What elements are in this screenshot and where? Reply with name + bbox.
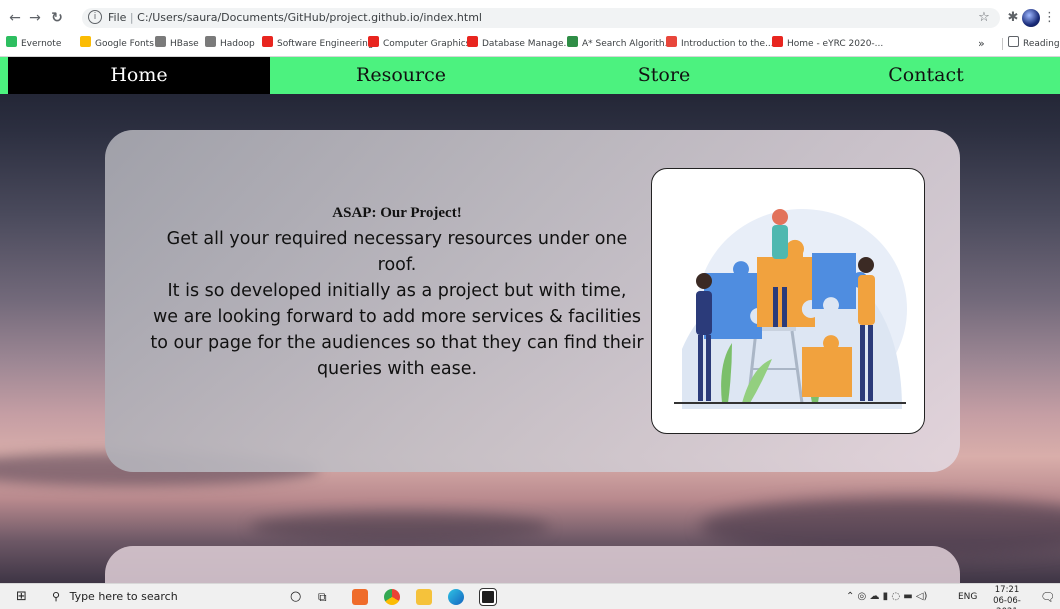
reload-icon[interactable]: ↻ xyxy=(48,6,66,30)
cortana-icon[interactable]: ○ xyxy=(290,584,301,609)
extensions-icon[interactable]: ✱ xyxy=(1004,9,1022,27)
profile-avatar[interactable] xyxy=(1022,9,1040,27)
background-cloud xyxy=(250,512,550,542)
bookmark-evernote[interactable]: Evernote xyxy=(6,34,61,54)
intro-card: ASAP: Our Project! Get all your required… xyxy=(105,130,960,472)
teamwork-puzzle-illustration xyxy=(651,168,925,434)
intro-line: It is so developed initially as a projec… xyxy=(167,281,627,301)
bookmarks-overflow-button[interactable]: » xyxy=(978,34,985,54)
bookmark-label: Evernote xyxy=(21,39,62,49)
nav-contact[interactable]: Contact xyxy=(796,57,1056,94)
star-icon[interactable]: ☆ xyxy=(975,9,993,27)
address-text[interactable]: File | C:/Users/saura/Documents/GitHub/p… xyxy=(108,8,482,28)
bookmark-hbase[interactable]: HBase xyxy=(155,34,199,54)
system-tray-icons[interactable]: ⌃ ◎ ☁ ▮ ◌ ▬ ◁) xyxy=(846,584,927,609)
bookmark-label: Home - eYRC 2020-... xyxy=(787,39,884,49)
bookmark-label: Computer Graphics xyxy=(383,39,471,49)
nav-store[interactable]: Store xyxy=(532,57,796,94)
address-row: ← → ↻ i File | C:/Users/saura/Documents/… xyxy=(0,6,1060,30)
clock-date: 06-06-2021 xyxy=(993,596,1021,609)
browser-chrome: ← → ↻ i File | C:/Users/saura/Documents/… xyxy=(0,0,1060,57)
bookmark-a-star-search[interactable]: A* Search Algorith... xyxy=(567,34,673,54)
windows-start-icon[interactable]: ⊞ xyxy=(16,584,27,609)
nav-resource[interactable]: Resource xyxy=(270,57,532,94)
scheme-label: File xyxy=(108,11,127,24)
info-icon[interactable]: i xyxy=(88,10,102,24)
taskbar-search-box[interactable]: ⚲ Type here to search xyxy=(52,584,178,609)
photos-icon[interactable] xyxy=(479,588,497,606)
geeksforgeeks-icon xyxy=(567,36,578,47)
bookmark-label: Google Fonts xyxy=(95,39,154,49)
edge-icon[interactable] xyxy=(448,589,464,605)
notification-icon[interactable]: 🗨 xyxy=(1040,584,1055,609)
evernote-icon xyxy=(6,36,17,47)
intro-line: roof. xyxy=(377,255,417,275)
system-clock[interactable]: 17:21 06-06-2021 xyxy=(984,585,1030,609)
menu-icon[interactable]: ⋮ xyxy=(1043,9,1056,27)
bookmark-computer-graphics[interactable]: Computer Graphics xyxy=(368,34,470,54)
bookmark-label: Hadoop xyxy=(220,39,255,49)
forward-icon[interactable]: → xyxy=(26,6,44,30)
bookmark-hadoop[interactable]: Hadoop xyxy=(205,34,255,54)
google-fonts-icon xyxy=(80,36,91,47)
reading-list-button[interactable]: Reading list xyxy=(1008,34,1060,54)
web-page: Home Resource Store Contact ASAP: Our Pr… xyxy=(0,57,1060,583)
nav-home[interactable]: Home xyxy=(8,57,270,94)
address-separator: | xyxy=(129,11,134,24)
bookmark-introduction[interactable]: Introduction to the... xyxy=(666,34,774,54)
clock-time: 17:21 xyxy=(994,585,1020,595)
puzzle-illustration-svg xyxy=(674,209,907,409)
bookmark-label: Database Manage... xyxy=(482,39,573,49)
second-card xyxy=(105,546,960,583)
bookmark-label: A* Search Algorith... xyxy=(582,39,674,49)
intro-line: to our page for the audiences so that th… xyxy=(150,333,644,353)
bookmark-label: HBase xyxy=(170,39,199,49)
intro-line: queries with ease. xyxy=(316,359,478,379)
eyrc-icon xyxy=(772,36,783,47)
bookmark-label: Software Engineering xyxy=(277,39,374,49)
bookmark-google-fonts[interactable]: Google Fonts xyxy=(80,34,154,54)
search-icon: ⚲ xyxy=(52,590,61,603)
site-navbar: Home Resource Store Contact xyxy=(0,57,1060,94)
url-text: C:/Users/saura/Documents/GitHub/project.… xyxy=(137,11,482,24)
back-icon[interactable]: ← xyxy=(6,6,24,30)
chrome-icon[interactable] xyxy=(384,589,400,605)
intro-title: ASAP: Our Project! xyxy=(332,205,462,221)
bookmarks-bar: Evernote Google Fonts HBase Hadoop Softw… xyxy=(0,34,1060,54)
computer-graphics-icon xyxy=(368,36,379,47)
database-icon xyxy=(467,36,478,47)
bookmarks-divider xyxy=(1002,38,1003,50)
intro-text: ASAP: Our Project! Get all your required… xyxy=(137,202,657,382)
reading-list-label: Reading list xyxy=(1023,39,1060,49)
language-indicator[interactable]: ENG xyxy=(958,584,977,609)
app-icon[interactable] xyxy=(352,589,368,605)
task-view-icon[interactable]: ⧉ xyxy=(318,584,327,609)
taskbar-search-placeholder: Type here to search xyxy=(69,590,178,603)
bookmark-software-engineering[interactable]: Software Engineering xyxy=(262,34,374,54)
hbase-icon xyxy=(155,36,166,47)
windows-taskbar: ⊞ ⚲ Type here to search ○ ⧉ ⌃ ◎ ☁ ▮ ◌ ▬ … xyxy=(0,583,1060,609)
software-engineering-icon xyxy=(262,36,273,47)
hadoop-icon xyxy=(205,36,216,47)
bookmark-label: Introduction to the... xyxy=(681,39,774,49)
intro-line: we are looking forward to add more servi… xyxy=(152,307,641,327)
intro-body: Get all your required necessary resource… xyxy=(137,226,657,382)
intro-line: Get all your required necessary resource… xyxy=(166,229,628,249)
bookmark-database-manage[interactable]: Database Manage... xyxy=(467,34,572,54)
bookmark-eyrc[interactable]: Home - eYRC 2020-... xyxy=(772,34,883,54)
introduction-icon xyxy=(666,36,677,47)
address-bar[interactable]: i File | C:/Users/saura/Documents/GitHub… xyxy=(82,8,1000,28)
reading-list-icon xyxy=(1008,36,1019,47)
file-explorer-icon[interactable] xyxy=(416,589,432,605)
